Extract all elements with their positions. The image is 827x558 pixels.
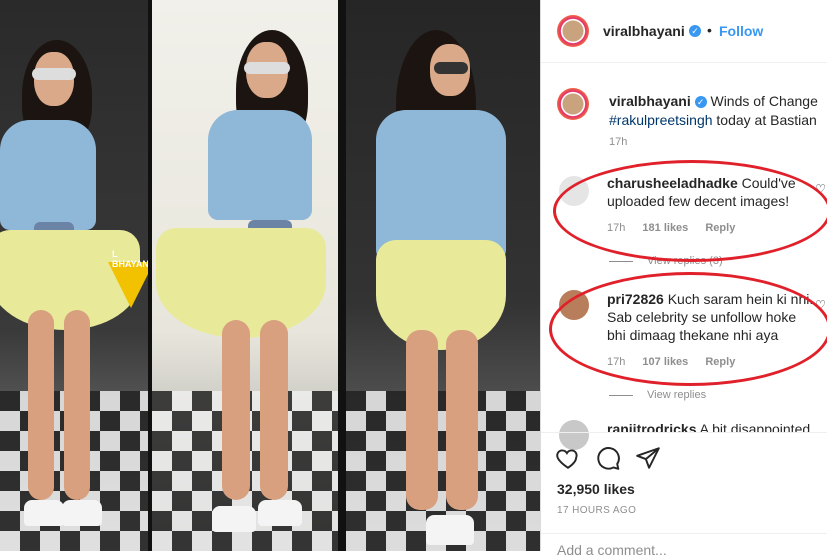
sneaker-left: [24, 500, 64, 526]
caption-rest: today at Bastian: [712, 112, 817, 128]
author-username[interactable]: viralbhayani: [603, 23, 685, 39]
view-replies[interactable]: View replies: [609, 389, 706, 401]
denim-jacket: [0, 120, 96, 230]
divider: [338, 0, 346, 551]
comment-icon[interactable]: [595, 445, 621, 471]
share-icon[interactable]: [635, 445, 661, 471]
comment-text: A bit disappointed: [699, 421, 811, 432]
verified-icon: ✓: [694, 96, 707, 108]
leg-left: [406, 330, 438, 510]
caption-username[interactable]: viralbhayani: [609, 93, 691, 109]
post-timestamp[interactable]: 17 HOURS AGO: [557, 505, 636, 516]
sneaker-right: [258, 500, 302, 526]
post-actions: 32,950 likes 17 HOURS AGO Add a comment.…: [541, 432, 827, 558]
leg-left: [28, 310, 54, 500]
comment-3: ranjitrodricks A bit disappointed: [607, 420, 817, 432]
caption-time[interactable]: 17h: [609, 136, 627, 148]
skirt: [376, 240, 506, 350]
leg-right: [446, 330, 478, 510]
highlight-ring: [549, 272, 827, 386]
post-header: viralbhayani ✓ • Follow: [541, 0, 827, 63]
sunglasses: [244, 62, 290, 74]
leg-left: [222, 320, 250, 500]
denim-jacket: [376, 110, 506, 260]
view-replies-label[interactable]: View replies: [647, 389, 706, 401]
add-comment-bar[interactable]: Add a comment...: [541, 533, 827, 558]
photo-panel-right: [346, 0, 540, 551]
add-comment-input[interactable]: Add a comment...: [557, 542, 667, 558]
caption-avatar[interactable]: [557, 88, 589, 120]
sneaker-left: [212, 506, 256, 532]
post-image[interactable]: L BHAYANI: [0, 0, 540, 551]
post-sidebar: viralbhayani ✓ • Follow viralbhayani ✓ W…: [540, 0, 827, 558]
leg-right: [260, 320, 288, 500]
sunglasses: [434, 62, 468, 74]
watermark-text: L BHAYANI: [112, 249, 148, 269]
caption-hashtag[interactable]: #rakulpreetsingh: [609, 112, 713, 128]
highlight-ring: [553, 160, 827, 262]
leg-right: [64, 310, 90, 500]
post-caption: viralbhayani ✓ Winds of Change #rakulpre…: [609, 92, 819, 130]
divider-line: [609, 260, 633, 262]
verified-icon: ✓: [689, 25, 701, 37]
heart-icon[interactable]: [555, 445, 581, 471]
sunglasses: [32, 68, 76, 80]
author-avatar[interactable]: [557, 15, 589, 47]
caption-text: Winds of Change: [710, 93, 818, 109]
separator-dot: •: [707, 22, 712, 38]
denim-jacket: [208, 110, 312, 220]
sneaker: [426, 515, 474, 545]
follow-button[interactable]: Follow: [719, 23, 763, 39]
photo-panel-middle: [152, 0, 338, 551]
photo-panel-left: L BHAYANI: [0, 0, 148, 551]
divider-line: [609, 394, 633, 396]
sneaker-right: [62, 500, 102, 526]
like-count[interactable]: 32,950 likes: [557, 481, 635, 497]
comment-username[interactable]: ranjitrodricks: [607, 421, 696, 432]
